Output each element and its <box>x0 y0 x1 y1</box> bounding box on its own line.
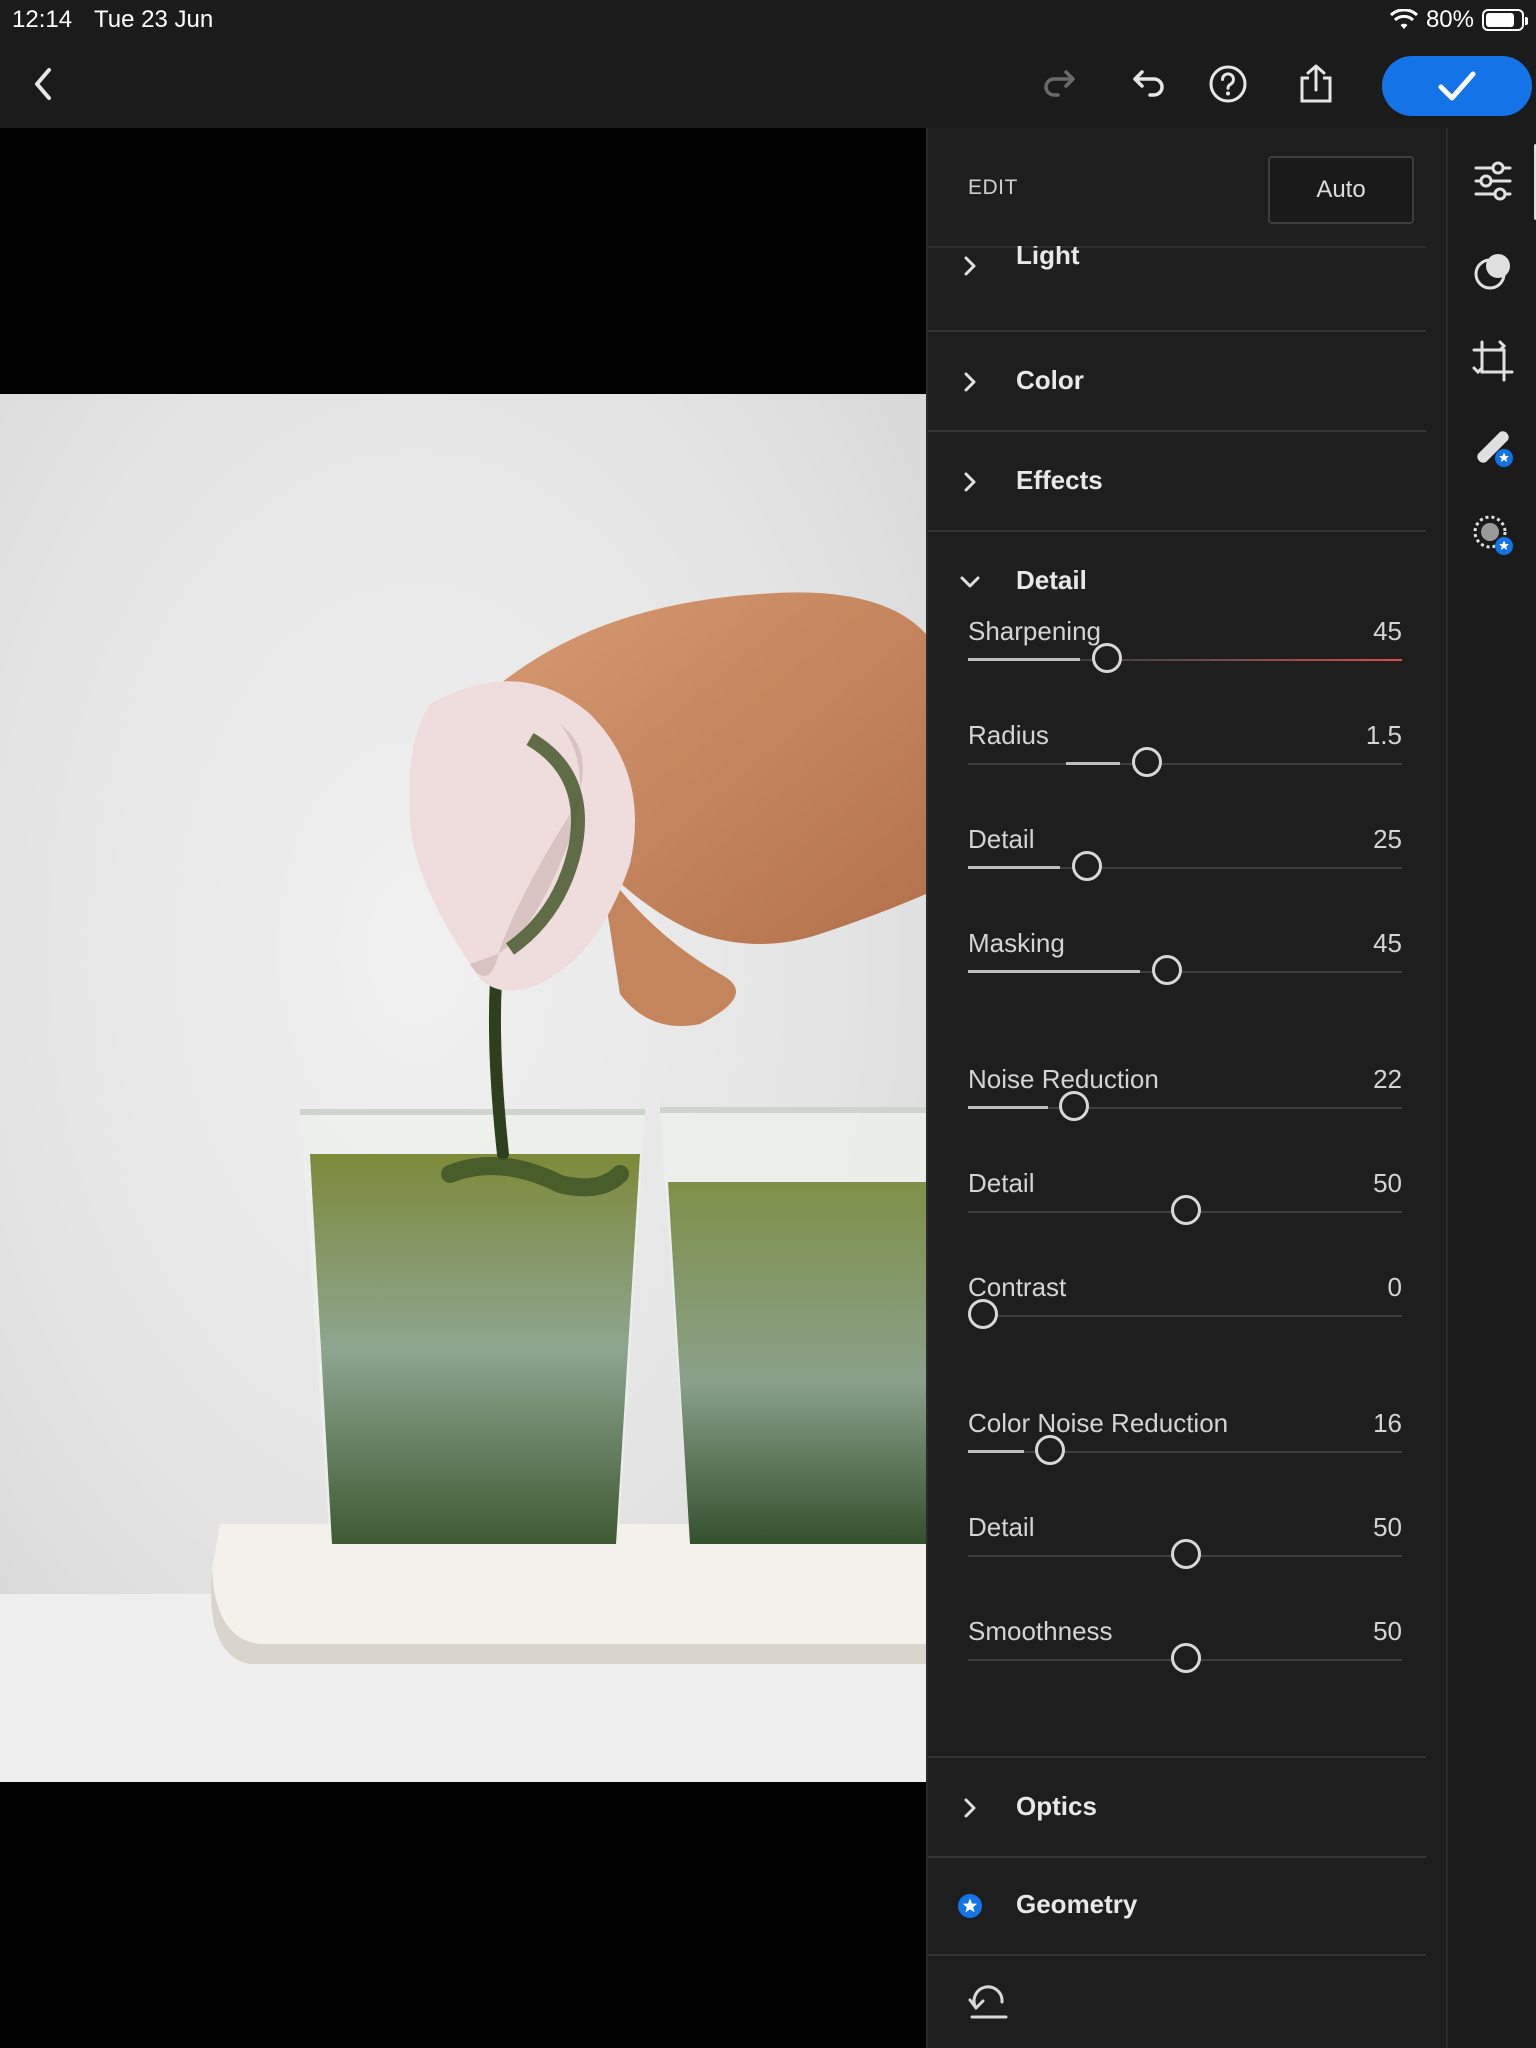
back-icon <box>35 68 51 100</box>
slider-thumb[interactable] <box>1132 747 1162 777</box>
checkmark-icon <box>1438 71 1476 101</box>
section-label: Detail <box>1016 565 1087 595</box>
slider-value: 22 <box>1373 1064 1402 1094</box>
section-label: Effects <box>1016 465 1103 495</box>
slider-value: 0 <box>1387 1272 1402 1302</box>
undo-button[interactable] <box>1122 58 1174 110</box>
slider-thumb[interactable] <box>1072 851 1102 881</box>
slider-thumb[interactable] <box>968 1299 998 1329</box>
slider-label: Smoothness <box>968 1616 1113 1646</box>
section-label: Color <box>1016 365 1084 395</box>
slider-value: 45 <box>1373 928 1402 958</box>
tool-rail <box>1446 128 1536 2048</box>
chevron-right-icon <box>964 1798 976 1818</box>
slider-thumb[interactable] <box>1171 1195 1201 1225</box>
slider-label: Noise Reduction <box>968 1064 1159 1094</box>
share-icon <box>1300 64 1332 103</box>
help-button[interactable] <box>1202 58 1254 110</box>
section-label: Geometry <box>1016 1889 1138 1919</box>
undo-icon <box>1133 70 1164 97</box>
top-toolbar <box>0 40 1536 128</box>
status-date: Tue 23 Jun <box>94 6 214 33</box>
edit-sliders-icon[interactable] <box>1470 158 1516 204</box>
slider-thumb[interactable] <box>1092 643 1122 673</box>
redo-button[interactable] <box>1034 58 1086 110</box>
slider-label: Sharpening <box>968 616 1101 646</box>
slider-value: 50 <box>1373 1616 1402 1646</box>
redo-icon <box>1044 70 1075 97</box>
masking-icon[interactable] <box>1470 512 1516 558</box>
slider-label: Detail <box>968 824 1035 854</box>
slider-noise-reduction[interactable]: Noise Reduction 22 <box>968 1064 1402 1134</box>
slider-masking[interactable]: Masking 45 <box>968 928 1402 998</box>
chevron-right-icon <box>964 256 976 276</box>
slider-thumb[interactable] <box>1171 1539 1201 1569</box>
back-button[interactable] <box>18 58 70 110</box>
done-button[interactable] <box>1382 56 1532 116</box>
slider-value: 16 <box>1373 1408 1402 1438</box>
crop-icon[interactable] <box>1470 338 1516 384</box>
help-icon <box>1209 65 1247 103</box>
wifi-icon <box>1389 9 1418 29</box>
slider-color-noise-detail[interactable]: Detail 50 <box>968 1512 1402 1582</box>
slider-sharpening-detail[interactable]: Detail 25 <box>968 824 1402 894</box>
slider-sharpening[interactable]: Sharpening 45 <box>968 616 1402 686</box>
chevron-right-icon <box>964 372 976 392</box>
slider-label: Detail <box>968 1512 1035 1542</box>
battery-percent: 80% <box>1425 6 1474 33</box>
edit-panel: EDIT Auto Light Color Effects Detail Sha… <box>926 128 1448 2048</box>
slider-thumb[interactable] <box>1059 1091 1089 1121</box>
edit-title: EDIT <box>968 176 1018 199</box>
chevron-down-icon <box>960 576 980 588</box>
section-label: Light <box>1016 246 1080 270</box>
slider-radius[interactable]: Radius 1.5 <box>968 720 1402 790</box>
slider-noise-contrast[interactable]: Contrast 0 <box>968 1272 1402 1342</box>
section-effects[interactable]: Effects <box>928 432 1426 532</box>
slider-thumb[interactable] <box>1152 955 1182 985</box>
slider-value: 25 <box>1373 824 1402 854</box>
section-geometry[interactable]: Geometry <box>928 1856 1426 1956</box>
premium-star-icon <box>958 1894 982 1918</box>
slider-label: Radius <box>968 720 1049 750</box>
photo-preview <box>0 394 926 1782</box>
slider-value: 45 <box>1373 616 1402 646</box>
status-bar: 12:14 Tue 23 Jun 80% <box>0 0 1536 40</box>
edit-panel-header: EDIT Auto <box>928 128 1426 248</box>
auto-button[interactable]: Auto <box>1268 156 1414 224</box>
slider-thumb[interactable] <box>1035 1435 1065 1465</box>
reset-icon[interactable] <box>968 1982 1010 2020</box>
share-button[interactable] <box>1290 58 1342 110</box>
section-light[interactable]: Light <box>928 246 1426 332</box>
chevron-right-icon <box>964 472 976 492</box>
slider-label: Masking <box>968 928 1065 958</box>
slider-color-noise-reduction[interactable]: Color Noise Reduction 16 <box>968 1408 1402 1478</box>
slider-thumb[interactable] <box>1171 1643 1201 1673</box>
slider-label: Color Noise Reduction <box>968 1408 1229 1438</box>
slider-value: 50 <box>1373 1512 1402 1542</box>
slider-smoothness[interactable]: Smoothness 50 <box>968 1616 1402 1686</box>
photo-canvas[interactable] <box>0 128 926 2048</box>
slider-noise-detail[interactable]: Detail 50 <box>968 1168 1402 1238</box>
section-color[interactable]: Color <box>928 332 1426 432</box>
section-label: Optics <box>1016 1791 1097 1821</box>
healing-icon[interactable] <box>1470 424 1516 470</box>
slider-value: 1.5 <box>1365 720 1402 750</box>
slider-label: Detail <box>968 1168 1035 1198</box>
status-time: 12:14 <box>12 6 73 33</box>
reset-row <box>928 1958 1426 2048</box>
presets-icon[interactable] <box>1470 248 1516 294</box>
battery-icon <box>1482 9 1528 31</box>
slider-value: 50 <box>1373 1168 1402 1198</box>
section-optics[interactable]: Optics <box>928 1756 1426 1858</box>
